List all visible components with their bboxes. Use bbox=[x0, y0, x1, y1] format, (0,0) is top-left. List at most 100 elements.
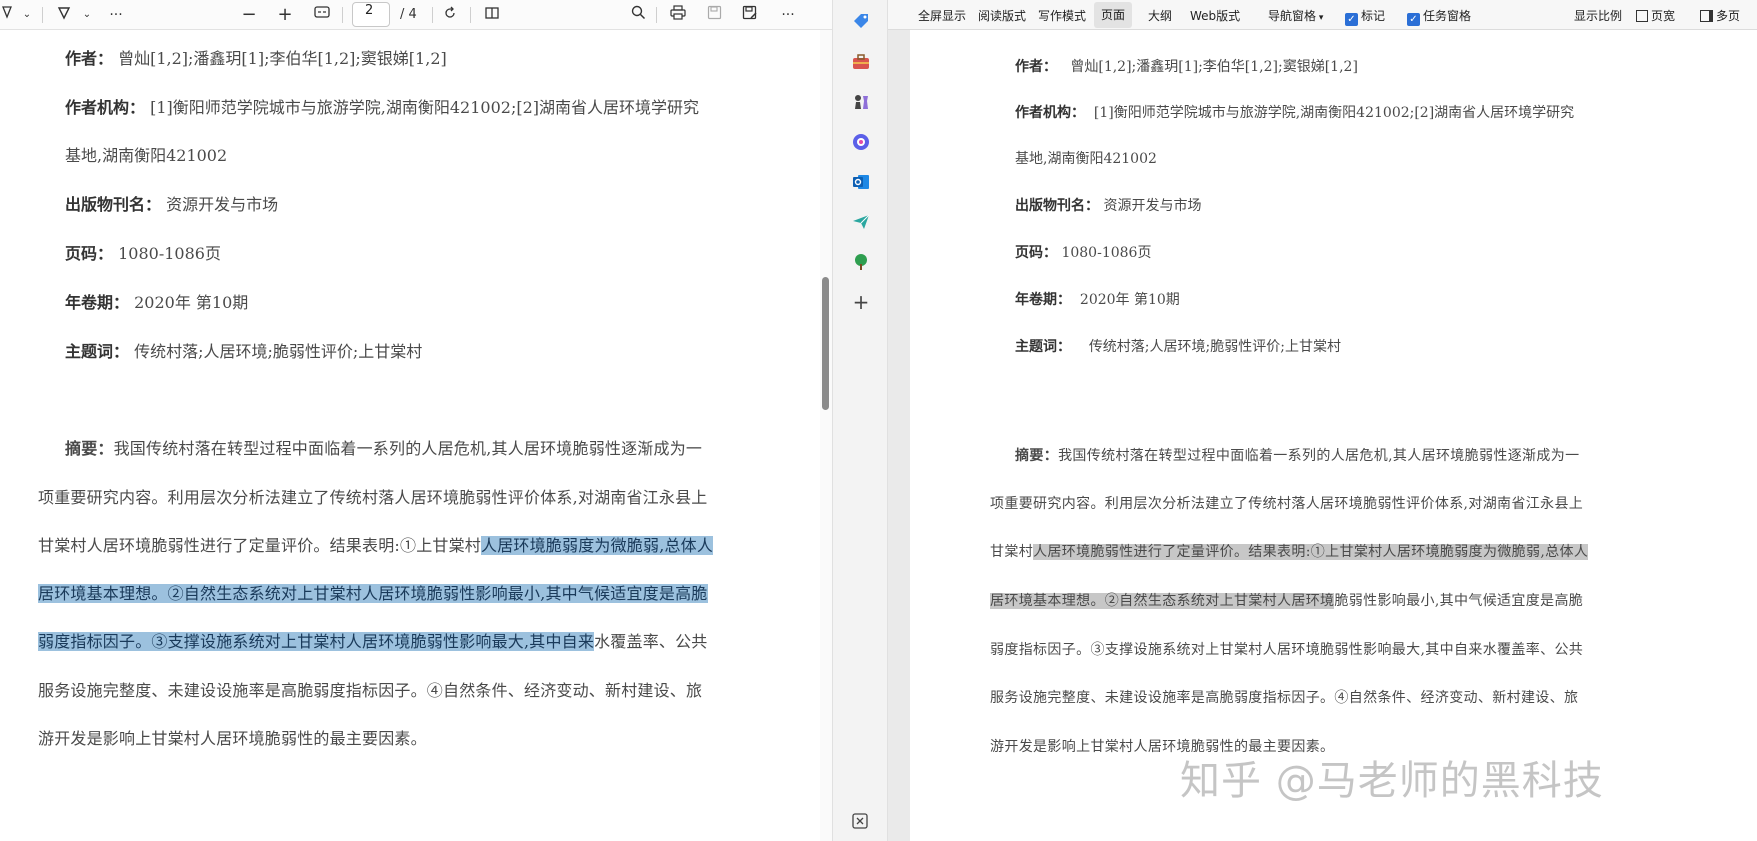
pages-value: 1080-1086页 bbox=[1061, 245, 1152, 261]
authors-label: 作者： bbox=[1015, 59, 1057, 75]
institution-label: 作者机构： bbox=[65, 98, 146, 117]
institution-value: [1]衡阳师范学院城市与旅游学院,湖南衡阳421002;[2]湖南省人居环境学研… bbox=[150, 98, 699, 117]
publication-value: 资源开发与市场 bbox=[1103, 198, 1202, 214]
abstract-line: 居环境基本理想。②自然生态系统对上甘棠村人居环境脆弱性影响最小,其中气候适宜度是… bbox=[38, 580, 708, 604]
watermark: 知乎 @马老师的黑科技 bbox=[1180, 758, 1604, 804]
abstract-line: 居环境基本理想。②自然生态系统对上甘棠村人居环境脆弱性影响最小,其中气候适宜度是… bbox=[990, 593, 1584, 609]
selection-highlight: 人居环境脆弱度为微脆弱,总体人 bbox=[481, 536, 714, 555]
abstract-line: 摘要：我国传统村落在转型过程中面临着一系列的人居危机,其人居环境脆弱性逐渐成为一 bbox=[1015, 448, 1580, 464]
abstract-line: 摘要：我国传统村落在转型过程中面临着一系列的人居危机,其人居环境脆弱性逐渐成为一 bbox=[65, 439, 703, 458]
separator bbox=[342, 7, 343, 23]
pdf-viewer: ⌄ ⌄ ··· − + 2 / 4 ··· 作者： 曾灿[1,2];潘鑫玥[1]… bbox=[0, 0, 832, 841]
read-mode-button[interactable]: 阅读版式 bbox=[978, 7, 1026, 25]
institution-row: 作者机构： [1]衡阳师范学院城市与旅游学院,湖南衡阳421002;[2]湖南省… bbox=[1015, 102, 1574, 122]
abstract-line: 甘棠村人居环境脆弱性进行了定量评价。结果表明:①上甘棠村人居环境脆弱度为微脆弱,… bbox=[38, 536, 714, 555]
year-issue-label: 年卷期： bbox=[65, 293, 130, 312]
view-toolbar: 全屏显示 阅读版式 写作模式 页面 大纲 Web版式 导航窗格 ▾ ✓ 标记 ✓ 任… bbox=[888, 0, 1757, 30]
authors-label: 作者： bbox=[65, 49, 114, 68]
pages-value: 1080-1086页 bbox=[118, 244, 221, 263]
checkbox-checked-icon: ✓ bbox=[1345, 13, 1358, 26]
selection-highlight: 人居环境脆弱性进行了定量评价。结果表明:①上甘棠村人居环境脆弱度为微脆弱,总体人 bbox=[1033, 544, 1589, 560]
multi-page-button[interactable]: 多页 bbox=[1700, 7, 1740, 25]
send-icon[interactable] bbox=[851, 212, 871, 232]
page-total: / 4 bbox=[400, 7, 417, 22]
publication-label: 出版物刊名： bbox=[65, 195, 162, 214]
selection-highlight: 居环境基本理想。②自然生态系统对上甘棠村人居环境 bbox=[990, 593, 1335, 609]
pdf-page: 作者： 曾灿[1,2];潘鑫玥[1];李伯华[1,2];窦银娣[1,2] 作者机… bbox=[0, 30, 820, 841]
toolbox-icon[interactable] bbox=[851, 52, 871, 72]
pages-label: 页码： bbox=[65, 244, 114, 263]
abstract-line: 项重要研究内容。利用层次分析法建立了传统村落人居环境脆弱性评价体系,对湖南省江永… bbox=[38, 488, 708, 507]
print-icon[interactable] bbox=[668, 5, 688, 25]
chevron-down-icon[interactable]: ⌄ bbox=[20, 5, 34, 25]
authors-value: 曾灿[1,2];潘鑫玥[1];李伯华[1,2];窦银娣[1,2] bbox=[1070, 59, 1358, 75]
page-number-input[interactable]: 2 bbox=[352, 2, 390, 27]
year-issue-row: 年卷期： 2020年 第10期 bbox=[65, 289, 248, 313]
publication-value: 资源开发与市场 bbox=[166, 195, 279, 214]
selection-highlight: 弱度指标因子。③支撑设施系统对上甘棠村人居环境脆弱性影响最大,其中自来 bbox=[38, 632, 595, 651]
web-mode-button[interactable]: Web版式 bbox=[1190, 7, 1240, 25]
institution-label: 作者机构： bbox=[1015, 105, 1085, 121]
sidebar-collapse-icon[interactable] bbox=[851, 812, 871, 832]
draw-icon[interactable] bbox=[0, 5, 14, 25]
zoom-button[interactable]: 显示比例 bbox=[1574, 7, 1622, 25]
page-view-button[interactable]: 页面 bbox=[1094, 2, 1133, 28]
save-as-icon[interactable] bbox=[740, 5, 760, 25]
year-issue-label: 年卷期： bbox=[1015, 292, 1071, 308]
document-page[interactable]: 作者： 曾灿[1,2];潘鑫玥[1];李伯华[1,2];窦银娣[1,2] 作者机… bbox=[910, 30, 1757, 841]
edge-sidebar: + bbox=[832, 0, 888, 841]
institution-value-continued: 基地,湖南衡阳421002 bbox=[65, 146, 228, 165]
save-icon[interactable] bbox=[704, 5, 724, 25]
zoom-out-button[interactable]: − bbox=[240, 5, 258, 25]
institution-value: [1]衡阳师范学院城市与旅游学院,湖南衡阳421002;[2]湖南省人居环境学研… bbox=[1093, 105, 1575, 121]
pages-label: 页码： bbox=[1015, 245, 1057, 261]
abstract-label: 摘要： bbox=[1015, 448, 1059, 464]
tag-icon[interactable] bbox=[851, 12, 871, 32]
publication-row: 出版物刊名： 资源开发与市场 bbox=[65, 191, 278, 215]
highlight-icon[interactable] bbox=[54, 5, 74, 25]
more-icon[interactable]: ··· bbox=[776, 5, 800, 25]
pdf-scrollbar-thumb[interactable] bbox=[822, 277, 829, 410]
year-issue-value: 2020年 第10期 bbox=[1079, 292, 1180, 308]
zoom-in-button[interactable]: + bbox=[276, 5, 294, 25]
authors-value: 曾灿[1,2];潘鑫玥[1];李伯华[1,2];窦银娣[1,2] bbox=[118, 49, 447, 68]
fit-page-icon[interactable] bbox=[312, 5, 332, 25]
nav-pane-dropdown[interactable]: 导航窗格 ▾ bbox=[1268, 7, 1323, 25]
keywords-label: 主题词： bbox=[65, 342, 130, 361]
tree-icon[interactable] bbox=[851, 252, 871, 272]
multi-page-icon bbox=[1700, 10, 1713, 22]
chevron-down-icon[interactable]: ⌄ bbox=[80, 5, 94, 25]
copilot-icon[interactable] bbox=[851, 132, 871, 152]
page-view-icon[interactable] bbox=[482, 5, 502, 25]
word-processor: 全屏显示 阅读版式 写作模式 页面 大纲 Web版式 导航窗格 ▾ ✓ 标记 ✓ 任… bbox=[888, 0, 1757, 841]
search-icon[interactable] bbox=[628, 5, 648, 25]
marks-checkbox[interactable]: ✓ 标记 bbox=[1345, 7, 1385, 26]
authors-row: 作者： 曾灿[1,2];潘鑫玥[1];李伯华[1,2];窦银娣[1,2] bbox=[1015, 56, 1358, 76]
task-pane-checkbox[interactable]: ✓ 任务窗格 bbox=[1407, 7, 1471, 26]
rotate-icon[interactable] bbox=[440, 5, 460, 25]
more-icon[interactable]: ··· bbox=[104, 5, 128, 25]
publication-row: 出版物刊名： 资源开发与市场 bbox=[1015, 195, 1201, 215]
keywords-label: 主题词： bbox=[1015, 339, 1071, 355]
institution-row-continued: 基地,湖南衡阳421002 bbox=[1015, 148, 1157, 168]
chess-icon[interactable] bbox=[851, 92, 871, 112]
abstract-line: 服务设施完整度、未建设设施率是高脆弱度指标因子。④自然条件、经济变动、新村建设、… bbox=[38, 681, 703, 700]
write-mode-button[interactable]: 写作模式 bbox=[1038, 7, 1086, 25]
keywords-value: 传统村落;人居环境;脆弱性评价;上甘棠村 bbox=[1088, 339, 1341, 355]
selection-highlight: 居环境基本理想。②自然生态系统对上甘棠村人居环境脆弱性影响最小,其中气候适宜度是… bbox=[38, 584, 708, 603]
pdf-scrollbar[interactable] bbox=[820, 30, 832, 841]
fullscreen-button[interactable]: 全屏显示 bbox=[918, 7, 966, 25]
separator bbox=[432, 7, 433, 23]
abstract-line: 服务设施完整度、未建设设施率是高脆弱度指标因子。④自然条件、经济变动、新村建设、… bbox=[990, 690, 1579, 706]
institution-row-continued: 基地,湖南衡阳421002 bbox=[65, 142, 227, 166]
abstract-label: 摘要： bbox=[65, 439, 114, 458]
add-icon[interactable]: + bbox=[851, 292, 871, 312]
page-width-icon bbox=[1636, 10, 1648, 22]
outlook-icon[interactable] bbox=[851, 172, 871, 192]
year-issue-row: 年卷期： 2020年 第10期 bbox=[1015, 289, 1180, 309]
abstract-line: 弱度指标因子。③支撑设施系统对上甘棠村人居环境脆弱性影响最大,其中自来水覆盖率、… bbox=[38, 632, 708, 651]
page-width-button[interactable]: 页宽 bbox=[1636, 7, 1675, 25]
keywords-value: 传统村落;人居环境;脆弱性评价;上甘棠村 bbox=[134, 342, 423, 361]
outline-button[interactable]: 大纲 bbox=[1148, 7, 1172, 25]
abstract-line: 项重要研究内容。利用层次分析法建立了传统村落人居环境脆弱性评价体系,对湖南省江永… bbox=[990, 496, 1584, 512]
